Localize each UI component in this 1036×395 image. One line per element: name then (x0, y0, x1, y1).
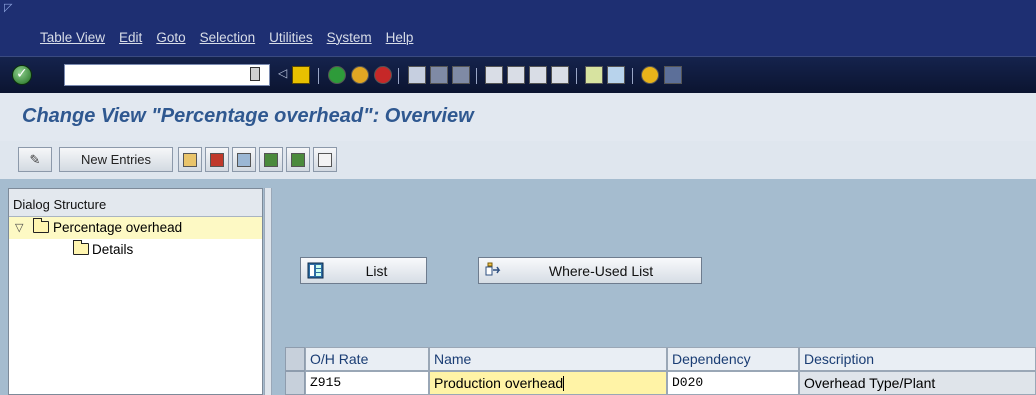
dialog-structure-header: Dialog Structure (9, 189, 262, 217)
where-used-list-button[interactable]: Where-Used List (478, 257, 702, 284)
column-header-name[interactable]: Name (429, 347, 667, 371)
menu-selection[interactable]: Selection (200, 30, 256, 45)
select-block-button[interactable] (286, 147, 310, 172)
select-all-column-header[interactable] (285, 347, 305, 371)
separator (398, 68, 399, 84)
column-header-dependency[interactable]: Dependency (667, 347, 799, 371)
delete-icon (210, 152, 224, 167)
panel-splitter[interactable] (264, 188, 272, 395)
next-page-icon[interactable] (529, 66, 547, 84)
menu-bar: ◸ Table View Edit Goto Selection Utiliti… (0, 0, 1036, 56)
last-page-icon[interactable] (551, 66, 569, 84)
deselect-all-icon (318, 152, 332, 167)
undo-icon (237, 152, 251, 167)
folder-icon (73, 240, 89, 255)
oh-rate-field[interactable]: Z915 (305, 371, 429, 395)
text-cursor (563, 376, 565, 391)
menu-help[interactable]: Help (386, 30, 414, 45)
system-toolbar: ◁ (0, 56, 1036, 93)
menu-utilities[interactable]: Utilities (269, 30, 313, 45)
where-used-list-label: Where-Used List (548, 262, 654, 279)
copy-icon (183, 152, 197, 167)
expand-triangle-icon[interactable]: ▽ (15, 221, 23, 234)
open-folder-icon (33, 218, 49, 233)
delete-button[interactable] (205, 147, 229, 172)
menu-edit[interactable]: Edit (119, 30, 142, 45)
first-page-icon[interactable] (485, 66, 503, 84)
description-field: Overhead Type/Plant (799, 371, 1036, 395)
shortcut-icon[interactable] (607, 66, 625, 84)
exit-icon[interactable] (351, 66, 369, 84)
enter-icon[interactable] (12, 65, 32, 85)
separator (632, 68, 633, 84)
save-icon[interactable] (292, 66, 310, 84)
copy-as-button[interactable] (178, 147, 202, 172)
separator (476, 68, 477, 84)
create-session-icon[interactable] (585, 66, 603, 84)
column-header-oh-rate[interactable]: O/H Rate (305, 347, 429, 371)
find-icon[interactable] (430, 66, 448, 84)
tree-item-label: Percentage overhead (53, 220, 183, 235)
separator (318, 68, 319, 84)
print-icon[interactable] (408, 66, 426, 84)
table-header-row: O/H Rate Name Dependency Description (285, 347, 1036, 371)
help-icon[interactable] (641, 66, 659, 84)
new-entries-button[interactable]: New Entries (59, 147, 173, 172)
undo-change-button[interactable] (232, 147, 256, 172)
menu-system[interactable]: System (327, 30, 372, 45)
column-header-description[interactable]: Description (799, 347, 1036, 371)
application-toolbar: ✎ New Entries (0, 141, 1036, 179)
menu-items: Table View Edit Goto Selection Utilities… (40, 30, 413, 45)
list-button[interactable]: List (300, 257, 427, 284)
system-menu-icon[interactable]: ◸ (4, 3, 15, 14)
back-icon[interactable] (328, 66, 346, 84)
select-all-button[interactable] (259, 147, 283, 172)
display-change-button[interactable]: ✎ (18, 147, 52, 172)
layout-icon[interactable] (664, 66, 682, 84)
row-selector[interactable] (285, 371, 305, 395)
title-bar: Change View "Percentage overhead": Overv… (0, 93, 1036, 141)
dependency-field[interactable]: D020 (667, 371, 799, 395)
tree-item-details[interactable]: Details (9, 239, 262, 261)
tree-item-label: Details (92, 242, 134, 257)
name-field[interactable]: Production overhead (429, 371, 667, 395)
select-all-icon (264, 152, 278, 167)
previous-page-icon[interactable] (507, 66, 525, 84)
find-next-icon[interactable] (452, 66, 470, 84)
tree-item-percentage-overhead[interactable]: ▽ Percentage overhead (9, 217, 262, 239)
name-field-value: Production overhead (434, 375, 564, 391)
command-field[interactable] (64, 64, 270, 86)
table-row: Z915 Production overhead D020 Overhead T… (285, 371, 1036, 395)
separator (576, 68, 577, 84)
select-block-icon (291, 152, 305, 167)
page-title: Change View "Percentage overhead": Overv… (22, 105, 474, 127)
deselect-all-button[interactable] (313, 147, 337, 172)
menu-goto[interactable]: Goto (156, 30, 185, 45)
overhead-table: O/H Rate Name Dependency Description Z91… (285, 347, 1036, 395)
dialog-structure-panel: Dialog Structure ▽ Percentage overhead D… (8, 188, 263, 395)
cancel-icon[interactable] (374, 66, 392, 84)
list-button-label: List (365, 262, 388, 279)
command-history-icon[interactable] (250, 67, 260, 81)
pencil-icon: ✎ (29, 151, 41, 167)
new-entries-label: New Entries (80, 152, 152, 167)
menu-table-view[interactable]: Table View (40, 30, 105, 45)
